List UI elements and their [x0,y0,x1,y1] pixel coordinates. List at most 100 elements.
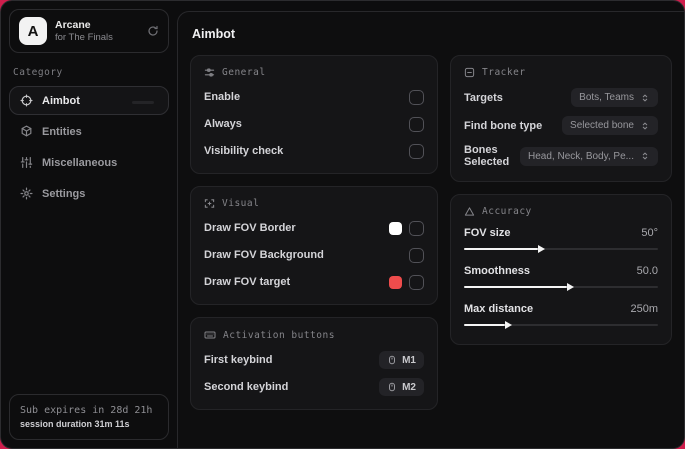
mouse-icon [387,354,397,366]
fov-size-label: FOV size [464,227,511,239]
targets-label: Targets [464,91,503,104]
always-checkbox[interactable] [409,116,424,132]
find-bone-type-label: Find bone type [464,119,543,132]
gear-icon [20,187,33,200]
bones-selected-dropdown[interactable]: Head, Neck, Body, Pe... [520,146,658,166]
always-label: Always [204,118,242,130]
mouse-icon [387,381,397,393]
fov-target-label: Draw FOV target [204,276,291,288]
bones-selected-value: Head, Neck, Body, Pe... [528,150,634,162]
second-keybind-row: Second keybind M2 [204,378,424,396]
sidebar: A Arcane for The Finals Category Aimbot [1,1,177,448]
visibility-check-checkbox[interactable] [409,143,424,159]
activation-card-title: Activation buttons [223,329,335,341]
crosshair-icon [20,94,33,107]
subscription-info: Sub expires in 28d 21h session duration … [9,393,169,440]
sub-expires-text: Sub expires in 28d 21h [20,404,153,416]
targets-value: Bots, Teams [579,92,634,103]
unfold-icon [640,121,650,131]
fov-background-row: Draw FOV Background [204,246,424,264]
visibility-check-row: Visibility check [204,142,424,160]
smoothness-slider-group: Smoothness 50.0 [464,265,658,293]
refresh-icon[interactable] [147,25,159,37]
active-item-shimmer [132,100,154,104]
first-keybind-value: M1 [402,354,416,366]
fov-size-value: 50° [641,227,658,239]
app-subtitle: for The Finals [55,31,113,43]
fov-target-row: Draw FOV target [204,273,424,291]
fov-border-row: Draw FOV Border [204,219,424,237]
fov-border-label: Draw FOV Border [204,222,296,234]
second-keybind-button[interactable]: M2 [379,378,424,396]
main-panel: Aimbot General Enable Always Visibility … [177,11,684,448]
fov-target-checkbox[interactable] [409,274,424,290]
visual-card-title: Visual [222,198,260,209]
enable-label: Enable [204,91,241,103]
activation-card: Activation buttons First keybind M1 Seco… [190,317,438,410]
bones-selected-row: Bones Selected Head, Neck, Body, Pe... [464,144,658,168]
logo-text: Arcane for The Finals [55,19,139,44]
tracker-icon [464,67,475,78]
second-keybind-value: M2 [402,381,416,393]
find-bone-type-dropdown[interactable]: Selected bone [562,116,658,135]
sidebar-item-label: Settings [42,187,86,200]
sliders-icon [20,156,33,169]
entities-icon [20,125,33,138]
unfold-icon [640,151,650,161]
triangle-icon [464,206,475,217]
fov-border-color-swatch[interactable] [389,221,402,235]
visual-card: Visual Draw FOV Border Draw FOV Backgrou… [190,186,438,305]
second-keybind-label: Second keybind [204,381,289,393]
sidebar-item-aimbot[interactable]: Aimbot [9,86,169,115]
smoothness-value: 50.0 [636,265,658,277]
targets-row: Targets Bots, Teams [464,88,658,107]
general-card-title: General [222,67,266,78]
fov-size-slider[interactable] [464,243,658,255]
max-distance-label: Max distance [464,303,534,315]
always-row: Always [204,115,424,133]
max-distance-slider-group: Max distance 250m [464,303,658,331]
session-duration-text: session duration 31m 11s [20,418,130,429]
first-keybind-label: First keybind [204,354,273,366]
tracker-card-title: Tracker [482,67,526,78]
sidebar-item-label: Miscellaneous [42,156,118,169]
accuracy-card-title: Accuracy [482,206,532,217]
page-title: Aimbot [192,27,236,41]
app-logo: A [19,17,47,45]
fov-background-checkbox[interactable] [409,247,424,263]
visibility-check-label: Visibility check [204,145,284,157]
sidebar-item-label: Aimbot [42,94,80,107]
app-name: Arcane [55,18,91,31]
fov-target-color-swatch[interactable] [389,275,402,289]
smoothness-slider[interactable] [464,281,658,293]
app-window: A Arcane for The Finals Category Aimbot [0,0,685,449]
fov-border-checkbox[interactable] [409,220,424,236]
first-keybind-row: First keybind M1 [204,351,424,369]
find-bone-type-value: Selected bone [570,120,634,131]
max-distance-value: 250m [630,303,658,315]
sidebar-item-settings[interactable]: Settings [9,179,169,208]
logo-card: A Arcane for The Finals [9,9,169,53]
general-sliders-icon [204,67,215,78]
targets-dropdown[interactable]: Bots, Teams [571,88,658,107]
visual-scan-icon [204,198,215,209]
slider-fill [464,244,545,253]
unfold-icon [640,93,650,103]
first-keybind-button[interactable]: M1 [379,351,424,369]
max-distance-slider[interactable] [464,319,658,331]
slider-fill [464,320,512,329]
general-card: General Enable Always Visibility check [190,55,438,174]
bones-selected-label: Bones Selected [464,144,510,168]
enable-checkbox[interactable] [409,89,424,105]
tracker-card: Tracker Targets Bots, Teams Find bone ty… [450,55,672,182]
keyboard-icon [204,329,216,341]
enable-row: Enable [204,88,424,106]
fov-background-label: Draw FOV Background [204,249,324,261]
find-bone-type-row: Find bone type Selected bone [464,116,658,135]
sidebar-item-label: Entities [42,125,82,138]
sidebar-item-entities[interactable]: Entities [9,117,169,146]
accuracy-card: Accuracy FOV size 50° Smoothness 50.0 Ma… [450,194,672,345]
category-label: Category [13,67,63,78]
fov-size-slider-group: FOV size 50° [464,227,658,255]
sidebar-item-miscellaneous[interactable]: Miscellaneous [9,148,169,177]
